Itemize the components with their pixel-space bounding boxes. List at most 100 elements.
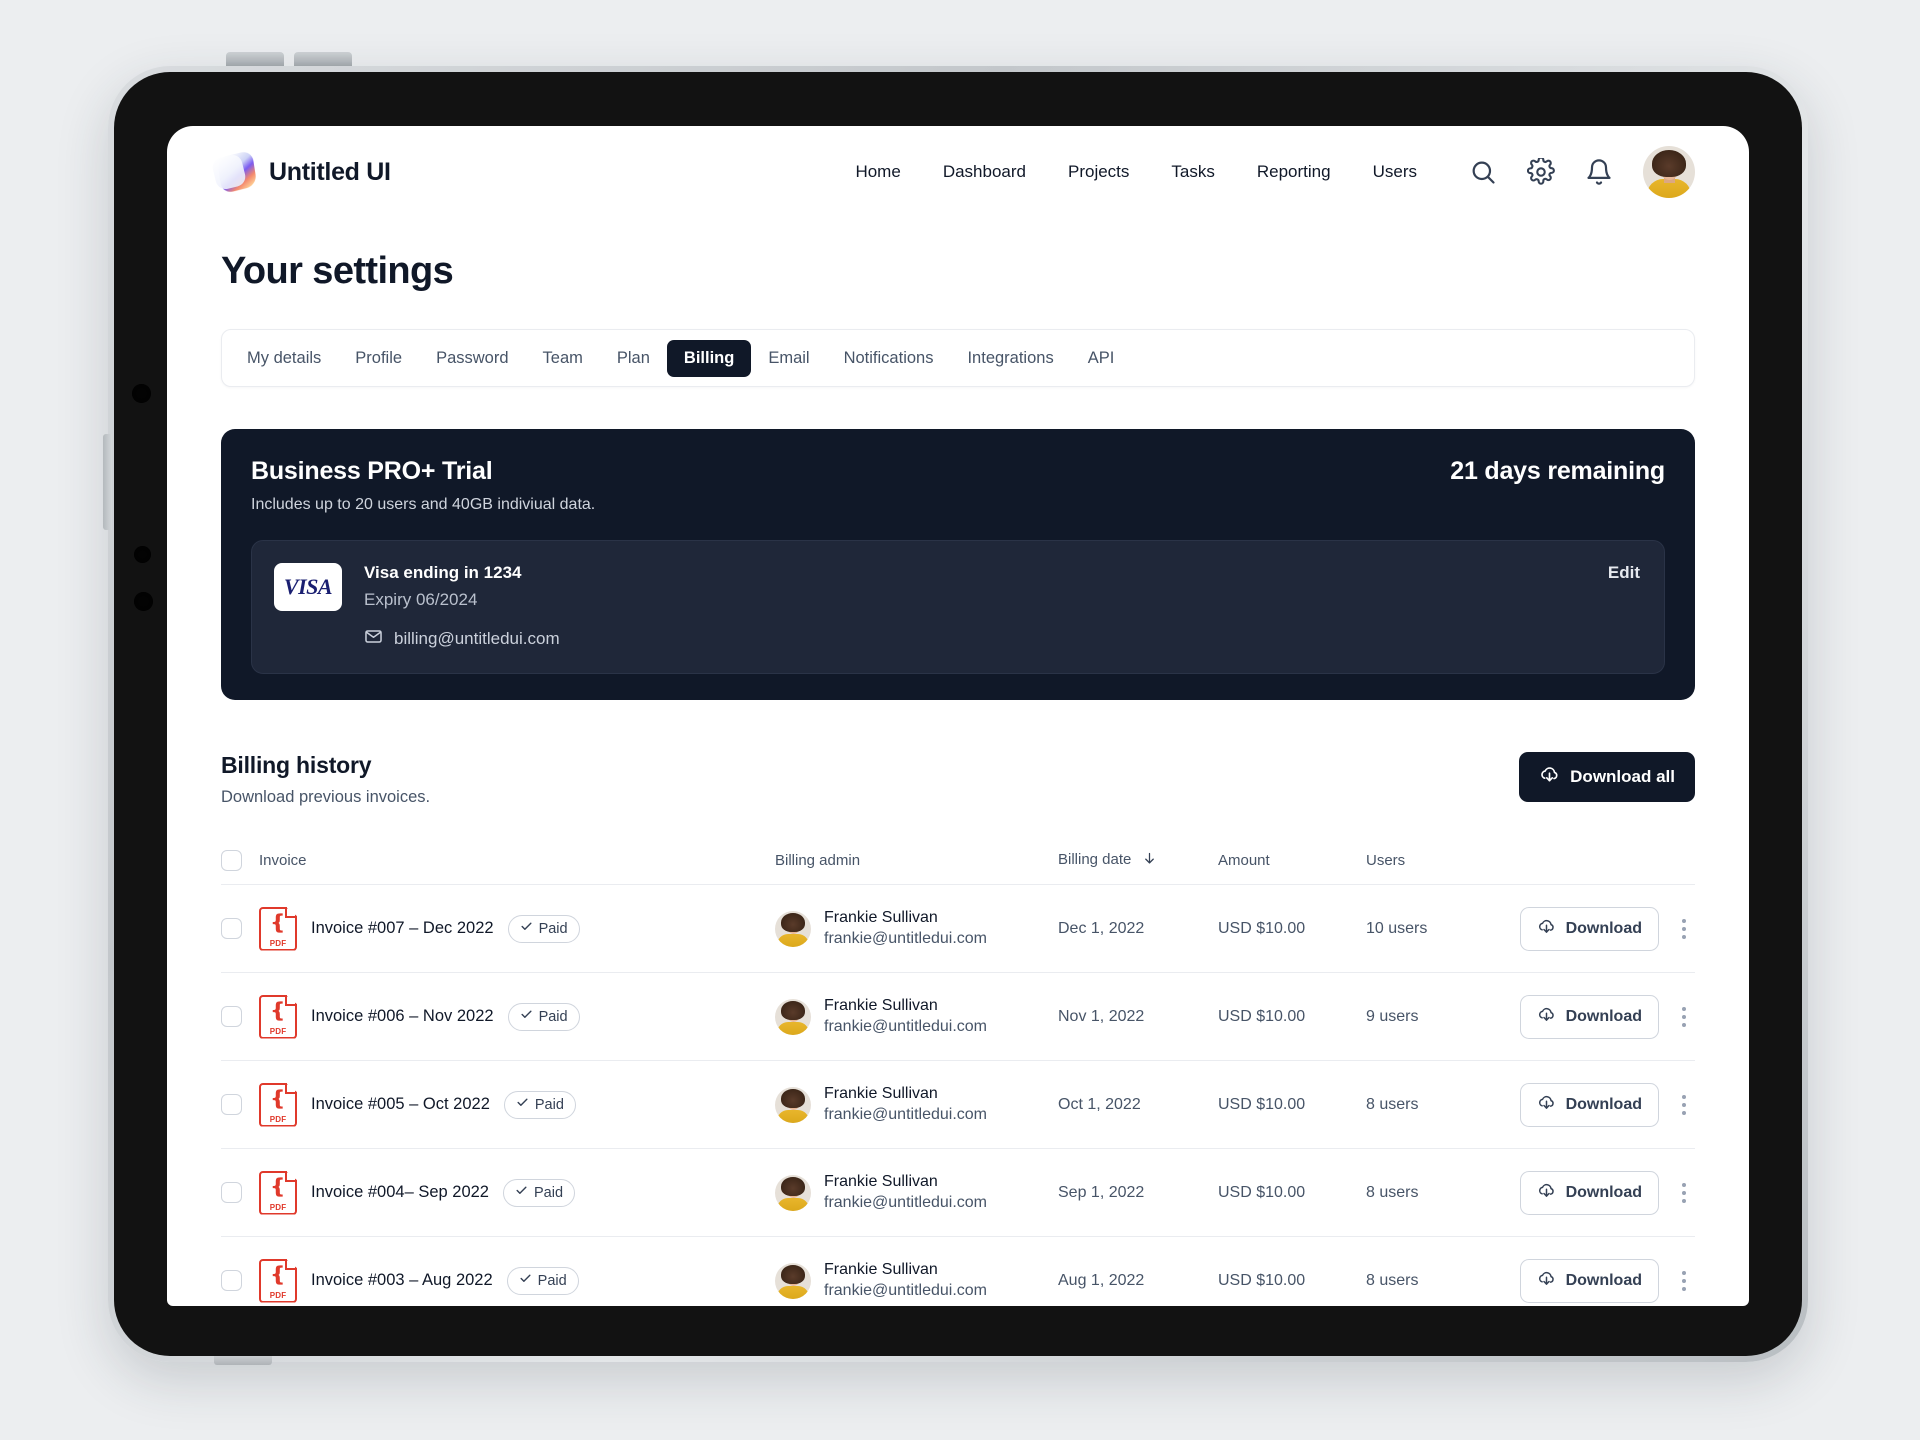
billing-admin-cell: Frankie Sullivan frankie@untitledui.com — [775, 997, 1058, 1036]
row-actions: Download — [1508, 906, 1695, 951]
trial-plan-description: Includes up to 20 users and 40GB indiviu… — [251, 496, 596, 513]
kebab-menu-icon[interactable] — [1673, 915, 1695, 943]
billing-admin-cell: Frankie Sullivan frankie@untitledui.com — [775, 909, 1058, 948]
download-button[interactable]: Download — [1519, 1258, 1659, 1303]
download-button-label: Download — [1565, 1271, 1642, 1289]
table-row[interactable]: ❴ PDF Invoice #004– Sep 2022 Paid Franki… — [221, 1149, 1695, 1237]
gradient-square-logo-icon — [210, 149, 258, 195]
camera-lens — [132, 384, 151, 403]
download-button[interactable]: Download — [1519, 906, 1659, 951]
bell-icon[interactable] — [1585, 158, 1613, 186]
avatar — [775, 1086, 811, 1123]
status-badge: Paid — [506, 1266, 579, 1295]
billing-history-subtitle: Download previous invoices. — [221, 788, 431, 806]
table-row[interactable]: ❴ PDF Invoice #005 – Oct 2022 Paid Frank… — [221, 1061, 1695, 1149]
trial-days-remaining: 21 days remaining — [1450, 457, 1665, 485]
row-checkbox[interactable] — [221, 1182, 242, 1203]
cloud-download-icon — [1537, 917, 1556, 941]
billing-date: Dec 1, 2022 — [1058, 919, 1145, 937]
cloud-download-icon — [1537, 1269, 1556, 1293]
pdf-file-icon: ❴ PDF — [259, 1082, 297, 1127]
billing-history-title: Billing history — [221, 752, 372, 778]
table-row[interactable]: ❴ PDF Invoice #006 – Nov 2022 Paid Frank… — [221, 973, 1695, 1061]
tab-billing[interactable]: Billing — [666, 339, 752, 377]
billing-history-table: Invoice Billing admin Billing date Amoun… — [221, 837, 1695, 1306]
nav-link-tasks[interactable]: Tasks — [1171, 162, 1214, 182]
invoice-name: Invoice #005 – Oct 2022 — [311, 1095, 490, 1113]
card-expiry-label: Expiry 06/2024 — [364, 590, 478, 609]
row-actions: Download — [1508, 1258, 1695, 1303]
row-checkbox[interactable] — [221, 918, 242, 939]
nav-link-projects[interactable]: Projects — [1068, 162, 1129, 182]
download-button-label: Download — [1565, 919, 1642, 937]
top-navigation-bar: Untitled UI Home Dashboard Projects Task… — [167, 126, 1749, 218]
status-badge: Paid — [502, 1178, 576, 1207]
admin-email: frankie@untitledui.com — [824, 1194, 987, 1211]
invoice-cell: ❴ PDF Invoice #006 – Nov 2022 Paid — [259, 994, 775, 1039]
download-button-label: Download — [1565, 1007, 1642, 1025]
kebab-menu-icon[interactable] — [1673, 1003, 1695, 1031]
pdf-file-icon: ❴ PDF — [259, 1258, 297, 1303]
download-button[interactable]: Download — [1519, 1082, 1659, 1127]
tab-notifications[interactable]: Notifications — [827, 340, 951, 377]
billing-date: Sep 1, 2022 — [1058, 1183, 1145, 1201]
column-header-billing-admin[interactable]: Billing admin — [775, 852, 1058, 869]
column-header-users[interactable]: Users — [1366, 852, 1508, 869]
search-icon[interactable] — [1469, 158, 1497, 186]
download-all-button[interactable]: Download all — [1519, 752, 1695, 802]
brand-name: Untitled UI — [269, 157, 391, 186]
billing-date: Aug 1, 2022 — [1058, 1271, 1145, 1289]
mail-icon — [364, 627, 383, 651]
select-all-cell — [221, 850, 259, 871]
settings-page: Your settings My details Profile Passwor… — [167, 250, 1749, 1306]
billing-email-row: billing@untitledui.com — [364, 627, 560, 651]
kebab-menu-icon[interactable] — [1673, 1267, 1695, 1295]
main-nav-links: Home Dashboard Projects Tasks Reporting … — [855, 162, 1417, 182]
invoice-name: Invoice #004– Sep 2022 — [311, 1183, 489, 1201]
visa-logo-text: VISA — [283, 574, 333, 599]
admin-email: frankie@untitledui.com — [824, 1106, 987, 1123]
table-row[interactable]: ❴ PDF Invoice #007 – Dec 2022 Paid Frank… — [221, 885, 1695, 973]
download-button[interactable]: Download — [1519, 994, 1659, 1039]
power-button[interactable] — [103, 434, 112, 530]
billing-admin-cell: Frankie Sullivan frankie@untitledui.com — [775, 1261, 1058, 1300]
edit-payment-method-link[interactable]: Edit — [1608, 563, 1640, 583]
download-all-label: Download all — [1570, 767, 1675, 786]
avatar[interactable] — [1643, 146, 1695, 198]
nav-link-reporting[interactable]: Reporting — [1257, 162, 1331, 182]
brand-logo[interactable]: Untitled UI — [210, 149, 391, 195]
row-checkbox[interactable] — [221, 1270, 242, 1291]
row-checkbox[interactable] — [221, 1094, 242, 1115]
row-checkbox[interactable] — [221, 1006, 242, 1027]
invoice-name: Invoice #003 – Aug 2022 — [311, 1271, 493, 1289]
tab-profile[interactable]: Profile — [338, 340, 419, 377]
admin-email: frankie@untitledui.com — [824, 1282, 987, 1299]
select-all-checkbox[interactable] — [221, 850, 242, 871]
kebab-menu-icon[interactable] — [1673, 1091, 1695, 1119]
column-header-invoice[interactable]: Invoice — [259, 852, 775, 869]
trial-plan-title: Business PRO+ Trial — [251, 457, 493, 485]
amount: USD $10.00 — [1218, 1271, 1306, 1289]
tab-api[interactable]: API — [1071, 340, 1132, 377]
table-row[interactable]: ❴ PDF Invoice #003 – Aug 2022 Paid Frank… — [221, 1237, 1695, 1306]
column-header-amount[interactable]: Amount — [1218, 852, 1366, 869]
column-header-billing-date[interactable]: Billing date — [1058, 851, 1218, 870]
tablet-screen: Untitled UI Home Dashboard Projects Task… — [167, 126, 1749, 1306]
amount: USD $10.00 — [1218, 1183, 1306, 1201]
tab-integrations[interactable]: Integrations — [950, 340, 1070, 377]
tab-password[interactable]: Password — [419, 340, 525, 377]
users-count: 10 users — [1366, 919, 1428, 937]
tab-my-details[interactable]: My details — [230, 340, 338, 377]
tab-email[interactable]: Email — [751, 340, 826, 377]
nav-link-home[interactable]: Home — [855, 162, 900, 182]
users-count: 9 users — [1366, 1007, 1419, 1025]
kebab-menu-icon[interactable] — [1673, 1179, 1695, 1207]
nav-link-users[interactable]: Users — [1373, 162, 1417, 182]
download-button[interactable]: Download — [1519, 1170, 1659, 1215]
gear-icon[interactable] — [1527, 158, 1555, 186]
tab-plan[interactable]: Plan — [600, 340, 667, 377]
tab-team[interactable]: Team — [526, 340, 600, 377]
billing-history-header: Billing history Download previous invoic… — [221, 752, 1695, 807]
users-count: 8 users — [1366, 1271, 1419, 1289]
nav-link-dashboard[interactable]: Dashboard — [943, 162, 1026, 182]
